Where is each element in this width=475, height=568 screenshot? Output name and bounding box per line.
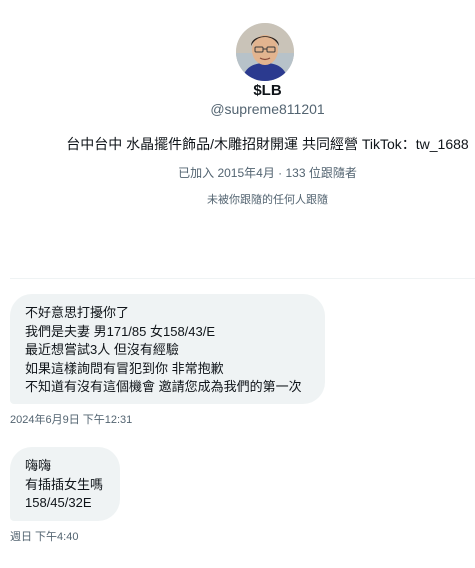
message-bubble[interactable]: 嗨嗨 有插插女生嗎 158/45/32E	[10, 447, 120, 521]
message-line: 最近想嘗試3人 但沒有經驗	[25, 342, 179, 357]
message-timestamp: 2024年6月9日 下午12:31	[10, 414, 133, 426]
message-line: 嗨嗨	[25, 458, 52, 473]
profile-bio: 台中台中 水晶擺件飾品/木雕招財開運 共同經營 TikTok：tw_1688	[66, 136, 469, 152]
message-line: 有插插女生嗎	[25, 476, 104, 492]
user-handle[interactable]: @supreme811201	[30, 101, 475, 117]
message-line: 如果這樣詢問有冒犯到你 非常抱歉	[25, 360, 224, 376]
message-timestamp: 週日 下午4:40	[10, 531, 79, 543]
message-line: 我們是夫妻 男171/85 女158/43/E	[25, 323, 216, 339]
divider	[10, 278, 475, 279]
message-line: 不好意思打擾你了	[25, 305, 130, 320]
follow-status: 未被你跟隨的任何人跟隨	[207, 194, 328, 206]
display-name[interactable]: $LB	[30, 82, 475, 99]
avatar[interactable]	[236, 23, 294, 81]
message-line: 不知道有沒有這個機會 邀請您成為我們的第一次	[25, 379, 302, 394]
joined-followers[interactable]: 已加入 2015年4月 · 133 位跟隨者	[30, 164, 475, 181]
message-line: 158/45/32E	[25, 495, 92, 510]
profile-photo-icon	[236, 23, 294, 81]
message-bubble[interactable]: 不好意思打擾你了 我們是夫妻 男171/85 女158/43/E 最近想嘗試3人…	[10, 294, 325, 404]
